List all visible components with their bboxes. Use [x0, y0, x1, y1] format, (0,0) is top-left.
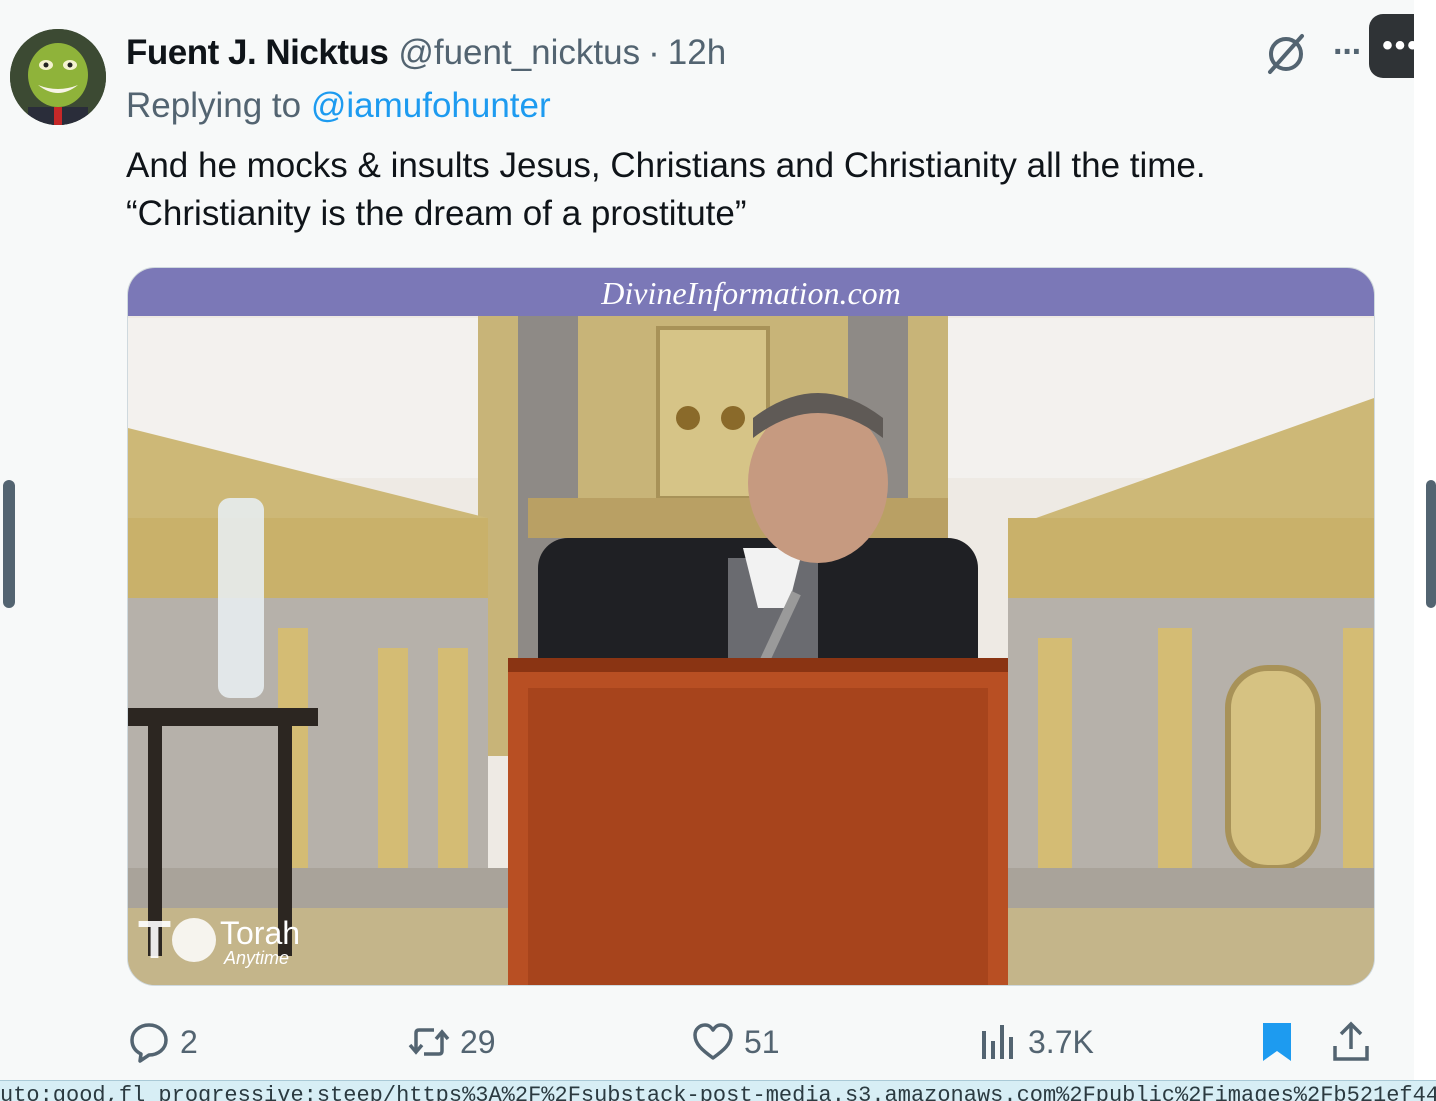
tweet-text-line: “Christianity is the dream of a prostitu… — [126, 194, 747, 233]
analytics-icon — [982, 1025, 1013, 1059]
watermark-logo-big: Torah — [220, 915, 300, 951]
repost-button[interactable]: 29 — [406, 1014, 496, 1070]
status-url: uto:good,fl_progressive:steep/https%3A%2… — [0, 1083, 1436, 1101]
like-count: 51 — [744, 1023, 780, 1060]
avatar-image — [10, 29, 106, 125]
video-frame: DivineInformation.com T Torah Anytime — [128, 268, 1374, 985]
svg-text:T: T — [138, 910, 171, 970]
left-scroll-handle[interactable] — [3, 480, 15, 608]
separator-dot: · — [648, 33, 660, 72]
view-count: 3.7K — [1028, 1023, 1094, 1060]
heart-icon — [693, 1023, 733, 1060]
more-options-icon[interactable]: ··· — [1333, 30, 1363, 74]
action-bar: 2 29 51 3.7K — [0, 1014, 1414, 1070]
display-name[interactable]: Fuent J. Nicktus — [126, 33, 389, 73]
tweet-video[interactable]: DivineInformation.com T Torah Anytime — [127, 267, 1375, 986]
reply-button[interactable]: 2 — [126, 1014, 198, 1070]
share-icon — [1333, 1021, 1369, 1061]
repost-count: 29 — [460, 1023, 496, 1060]
tweet-text-line: And he mocks & insults Jesus, Christians… — [126, 146, 1206, 185]
replying-to-handle[interactable]: @iamufohunter — [311, 86, 551, 125]
share-button[interactable] — [1328, 1014, 1382, 1070]
views-button[interactable]: 3.7K — [974, 1014, 1094, 1070]
bookmark-button[interactable] — [1254, 1014, 1308, 1070]
tweet-header: Fuent J. Nicktus @fuent_nicktus · 12h — [126, 30, 726, 76]
reply-icon — [130, 1023, 168, 1063]
like-button[interactable]: 51 — [690, 1014, 780, 1070]
grok-icon[interactable] — [1262, 30, 1310, 78]
tweet-text: And he mocks & insults Jesus, Christians… — [126, 142, 1356, 238]
tweet-card[interactable]: Fuent J. Nicktus @fuent_nicktus · 12h Re… — [0, 0, 1433, 1080]
tweet-timestamp[interactable]: 12h — [668, 33, 726, 73]
status-bar: uto:good,fl_progressive:steep/https%3A%2… — [0, 1080, 1436, 1101]
bookmark-icon — [1263, 1023, 1291, 1061]
user-avatar[interactable] — [10, 29, 106, 125]
replying-to: Replying to @iamufohunter — [126, 86, 551, 126]
repost-icon — [408, 1028, 450, 1056]
right-scroll-handle[interactable] — [1426, 480, 1436, 608]
watermark-top: DivineInformation.com — [600, 275, 901, 311]
watermark-logo-small: Anytime — [223, 948, 289, 968]
user-handle[interactable]: @fuent_nicktus — [398, 33, 640, 73]
replying-prefix: Replying to — [126, 86, 311, 125]
reply-count: 2 — [180, 1023, 198, 1060]
